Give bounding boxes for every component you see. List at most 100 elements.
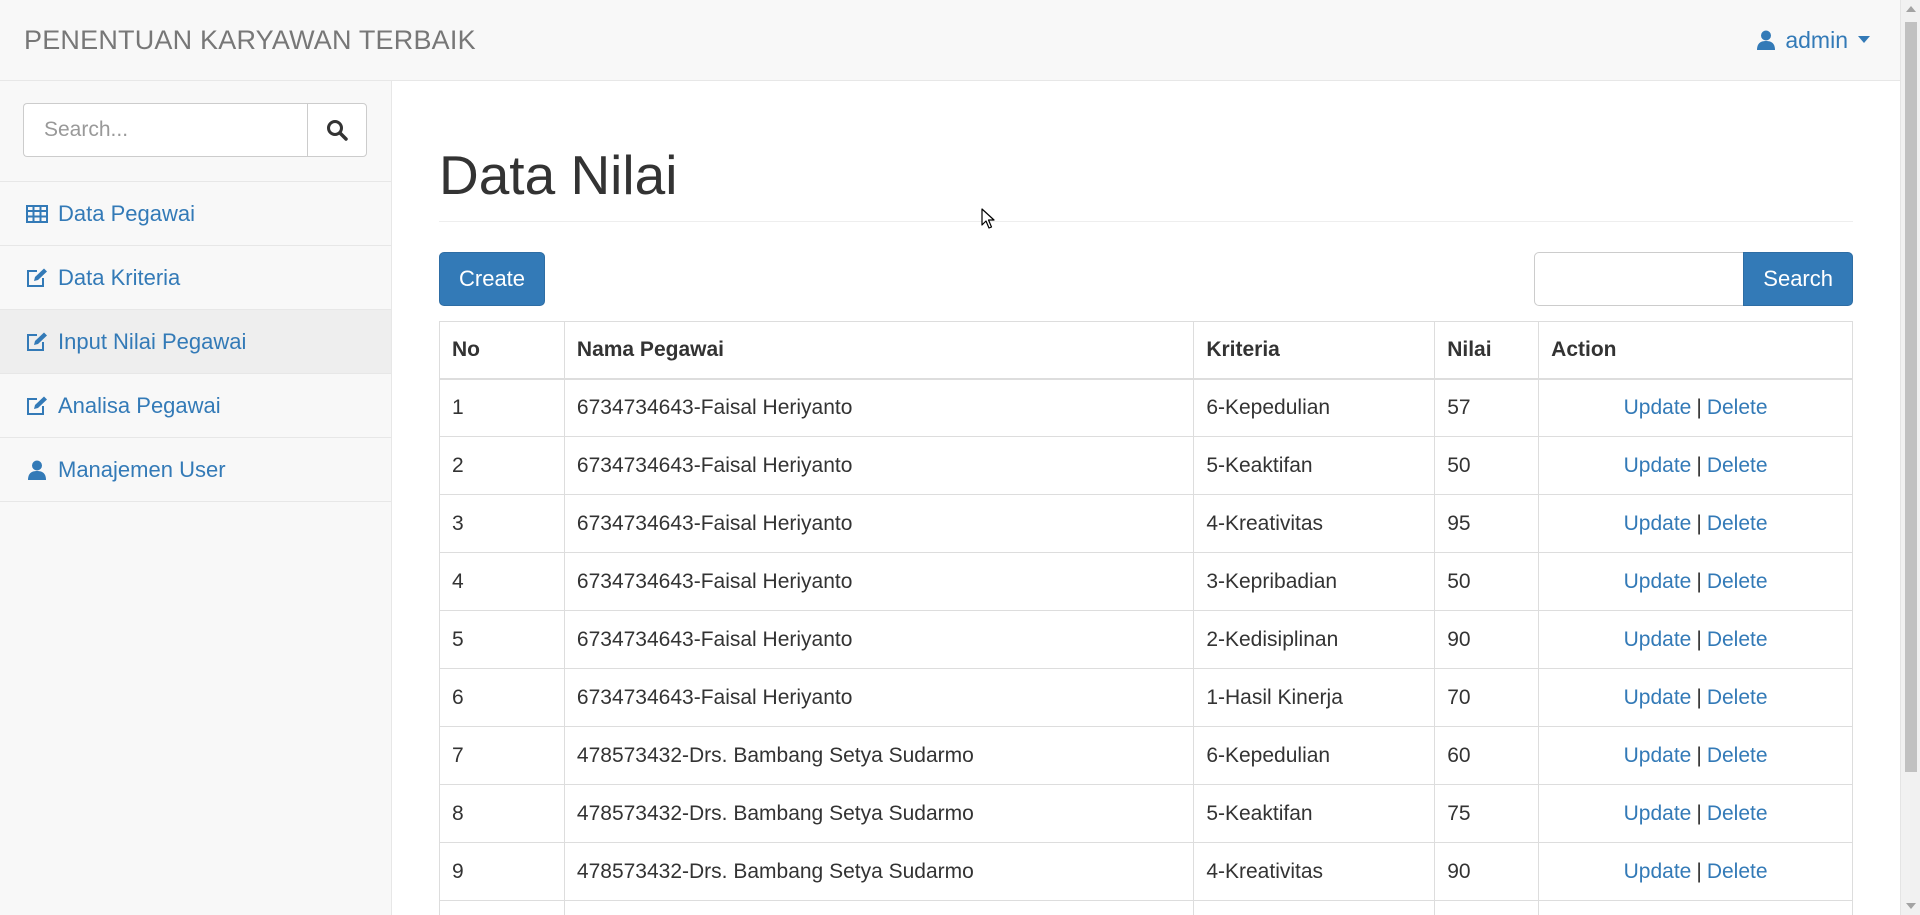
delete-link[interactable]: Delete: [1707, 802, 1768, 825]
cell-nama-pegawai: 6734734643-Faisal Heriyanto: [563, 378, 1195, 437]
cell-no: [439, 900, 565, 915]
action-separator: |: [1696, 569, 1702, 593]
cell-kriteria: [1193, 900, 1436, 915]
search-icon: [327, 120, 348, 141]
action-separator: |: [1696, 453, 1702, 477]
cell-kriteria: 4-Kreativitas: [1193, 494, 1436, 553]
sidebar-item-data-pegawai[interactable]: Data Pegawai: [0, 182, 391, 246]
action-separator: |: [1696, 743, 1702, 767]
sidebar-item-label: Data Pegawai: [58, 200, 195, 226]
cell-no: 2: [439, 436, 565, 495]
action-separator: |: [1696, 627, 1702, 651]
cell-no: 8: [439, 784, 565, 843]
sidebar: Data Pegawai Data Kriteria Input Nilai P…: [0, 81, 392, 915]
table-row: 6 6734734643-Faisal Heriyanto 1-Hasil Kine…: [439, 668, 1853, 727]
cell-nilai: 75: [1434, 784, 1540, 843]
cell-nama-pegawai: 6734734643-Faisal Heriyanto: [563, 552, 1195, 611]
create-button[interactable]: Create: [439, 252, 546, 306]
cell-nilai: 50: [1434, 552, 1540, 611]
cell-nama-pegawai: [563, 900, 1195, 915]
user-name: admin: [1785, 26, 1848, 53]
table-row: 3 6734734643-Faisal Heriyanto 4-Kreativita…: [439, 494, 1853, 553]
action-separator: |: [1696, 395, 1702, 419]
delete-link[interactable]: Delete: [1707, 396, 1768, 419]
sidebar-item-label: Data Kriteria: [58, 264, 181, 290]
table-icon: [26, 204, 48, 223]
table-search-group: Search: [1534, 252, 1853, 306]
cell-no: 9: [439, 842, 565, 901]
cell-no: 5: [439, 610, 565, 669]
cell-action: Update | Delete: [1538, 842, 1853, 901]
scroll-down-arrow[interactable]: [1906, 903, 1916, 909]
delete-link[interactable]: Delete: [1707, 454, 1768, 477]
cell-nama-pegawai: 6734734643-Faisal Heriyanto: [563, 436, 1195, 495]
cell-nilai: 60: [1434, 726, 1540, 785]
update-link[interactable]: Update: [1624, 686, 1692, 709]
update-link[interactable]: Update: [1624, 512, 1692, 535]
cell-kriteria: 5-Keaktifan: [1193, 436, 1436, 495]
delete-link[interactable]: Delete: [1707, 686, 1768, 709]
delete-link[interactable]: Delete: [1707, 860, 1768, 883]
col-header-action: Action: [1538, 321, 1853, 380]
table-row: [439, 900, 1853, 915]
update-link[interactable]: Update: [1624, 628, 1692, 651]
cell-action: Update | Delete: [1538, 494, 1853, 553]
cell-nilai: [1434, 900, 1540, 915]
table-search-input[interactable]: [1534, 252, 1744, 306]
sidebar-item-manajemen-user[interactable]: Manajemen User: [0, 438, 391, 502]
cell-kriteria: 5-Keaktifan: [1193, 784, 1436, 843]
page-scrollbar[interactable]: [1900, 0, 1920, 915]
col-header-no: No: [439, 321, 565, 380]
update-link[interactable]: Update: [1624, 570, 1692, 593]
sidebar-item-label: Manajemen User: [58, 456, 226, 482]
table-row: 9 478573432-Drs. Bambang Setya Sudarmo 4-K…: [439, 842, 1853, 901]
delete-link[interactable]: Delete: [1707, 512, 1768, 535]
cell-nama-pegawai: 478573432-Drs. Bambang Setya Sudarmo: [563, 842, 1195, 901]
delete-link[interactable]: Delete: [1707, 570, 1768, 593]
sidebar-search-input[interactable]: [23, 103, 307, 157]
sidebar-item-analisa-pegawai[interactable]: Analisa Pegawai: [0, 374, 391, 438]
col-header-kriteria: Kriteria: [1193, 321, 1436, 380]
brand-title[interactable]: PENENTUAN KARYAWAN TERBAIK: [24, 25, 476, 56]
cell-action: Update | Delete: [1538, 668, 1853, 727]
cell-action: Update | Delete: [1538, 378, 1853, 437]
table-row: 1 6734734643-Faisal Heriyanto 6-Kepedulian…: [439, 378, 1853, 437]
top-navbar: PENENTUAN KARYAWAN TERBAIK admin: [0, 0, 1900, 81]
search-button[interactable]: Search: [1743, 252, 1853, 306]
action-separator: |: [1696, 685, 1702, 709]
cell-kriteria: 2-Kedisiplinan: [1193, 610, 1436, 669]
sidebar-item-data-kriteria[interactable]: Data Kriteria: [0, 246, 391, 310]
edit-icon: [27, 268, 47, 287]
cell-nama-pegawai: 6734734643-Faisal Heriyanto: [563, 494, 1195, 553]
sidebar-item-input-nilai-pegawai[interactable]: Input Nilai Pegawai: [0, 310, 391, 374]
col-header-nilai: Nilai: [1434, 321, 1540, 380]
main-content: Data Nilai Create Search No Nama Pegawai…: [439, 81, 1853, 915]
update-link[interactable]: Update: [1624, 454, 1692, 477]
cell-no: 6: [439, 668, 565, 727]
user-icon: [1757, 30, 1776, 50]
user-icon: [28, 460, 46, 480]
table-row: 4 6734734643-Faisal Heriyanto 3-Kepribadia…: [439, 552, 1853, 611]
delete-link[interactable]: Delete: [1707, 628, 1768, 651]
caret-down-icon: [1858, 36, 1870, 43]
update-link[interactable]: Update: [1624, 396, 1692, 419]
update-link[interactable]: Update: [1624, 860, 1692, 883]
user-menu[interactable]: admin: [1757, 27, 1870, 54]
update-link[interactable]: Update: [1624, 744, 1692, 767]
table-row: 7 478573432-Drs. Bambang Setya Sudarmo 6-K…: [439, 726, 1853, 785]
table-row: 5 6734734643-Faisal Heriyanto 2-Kedisiplin…: [439, 610, 1853, 669]
update-link[interactable]: Update: [1624, 802, 1692, 825]
delete-link[interactable]: Delete: [1707, 744, 1768, 767]
action-separator: |: [1696, 801, 1702, 825]
cell-action: [1538, 900, 1853, 915]
cell-nilai: 90: [1434, 842, 1540, 901]
cell-nama-pegawai: 6734734643-Faisal Heriyanto: [563, 610, 1195, 669]
table-row: 8 478573432-Drs. Bambang Setya Sudarmo 5-K…: [439, 784, 1853, 843]
cell-nama-pegawai: 478573432-Drs. Bambang Setya Sudarmo: [563, 726, 1195, 785]
scroll-up-arrow[interactable]: [1906, 6, 1916, 12]
action-separator: |: [1696, 859, 1702, 883]
sidebar-search-button[interactable]: [307, 103, 367, 157]
cell-no: 3: [439, 494, 565, 553]
cell-no: 7: [439, 726, 565, 785]
scroll-thumb[interactable]: [1905, 22, 1917, 772]
